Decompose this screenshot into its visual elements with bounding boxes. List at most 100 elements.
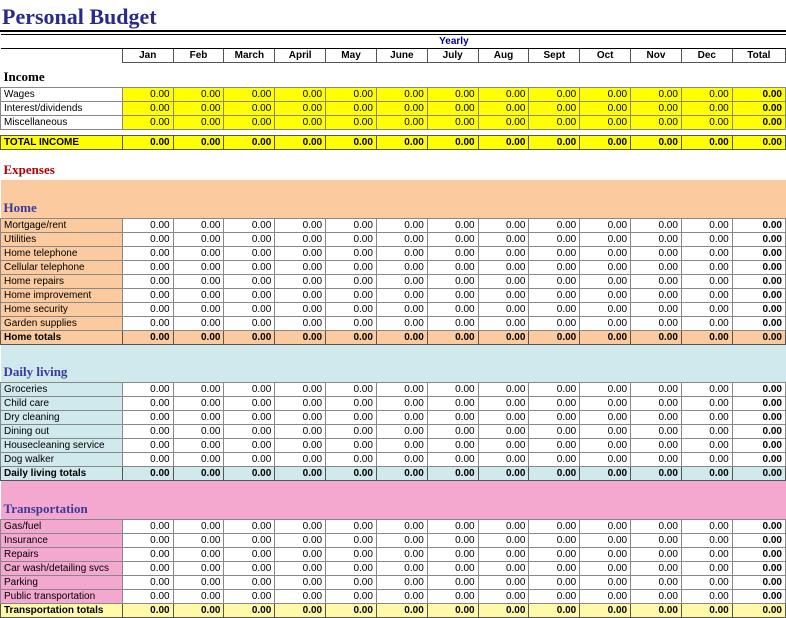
cell[interactable]: 0.00 (224, 102, 275, 116)
cell[interactable]: 0.00 (478, 439, 529, 453)
cell[interactable]: 0.00 (224, 232, 275, 246)
cell[interactable]: 0.00 (529, 547, 580, 561)
cell[interactable]: 0.00 (326, 302, 377, 316)
cell[interactable]: 0.00 (681, 575, 732, 589)
cell[interactable]: 0.00 (122, 88, 173, 102)
cell[interactable]: 0.00 (122, 519, 173, 533)
cell[interactable]: 0.00 (275, 589, 326, 603)
cell[interactable]: 0.00 (631, 547, 682, 561)
cell[interactable]: 0.00 (376, 383, 427, 397)
cell[interactable]: 0.00 (173, 397, 224, 411)
cell[interactable]: 0.00 (631, 302, 682, 316)
cell[interactable]: 0.00 (275, 519, 326, 533)
cell[interactable]: 0.00 (580, 316, 631, 330)
cell[interactable]: 0.00 (326, 88, 377, 102)
cell[interactable]: 0.00 (173, 260, 224, 274)
cell[interactable]: 0.00 (376, 116, 427, 130)
cell[interactable]: 0.00 (326, 561, 377, 575)
cell[interactable]: 0.00 (224, 425, 275, 439)
cell[interactable]: 0.00 (631, 288, 682, 302)
cell[interactable]: 0.00 (427, 260, 478, 274)
cell[interactable]: 0.00 (326, 453, 377, 467)
cell[interactable]: 0.00 (681, 288, 732, 302)
cell[interactable]: 0.00 (275, 274, 326, 288)
cell[interactable]: 0.00 (580, 260, 631, 274)
cell[interactable]: 0.00 (427, 533, 478, 547)
cell[interactable]: 0.00 (275, 547, 326, 561)
cell[interactable]: 0.00 (427, 116, 478, 130)
cell[interactable]: 0.00 (376, 439, 427, 453)
cell[interactable]: 0.00 (275, 575, 326, 589)
cell[interactable]: 0.00 (224, 218, 275, 232)
cell[interactable]: 0.00 (275, 88, 326, 102)
cell[interactable]: 0.00 (580, 232, 631, 246)
cell[interactable]: 0.00 (173, 439, 224, 453)
cell[interactable]: 0.00 (681, 439, 732, 453)
cell[interactable]: 0.00 (631, 274, 682, 288)
cell[interactable]: 0.00 (326, 260, 377, 274)
cell[interactable]: 0.00 (376, 411, 427, 425)
cell[interactable]: 0.00 (326, 218, 377, 232)
cell[interactable]: 0.00 (631, 589, 682, 603)
cell[interactable]: 0.00 (376, 533, 427, 547)
cell[interactable]: 0.00 (529, 411, 580, 425)
cell[interactable]: 0.00 (122, 383, 173, 397)
cell[interactable]: 0.00 (173, 547, 224, 561)
cell[interactable]: 0.00 (681, 102, 732, 116)
cell[interactable]: 0.00 (224, 439, 275, 453)
cell[interactable]: 0.00 (478, 232, 529, 246)
cell[interactable]: 0.00 (376, 453, 427, 467)
cell[interactable]: 0.00 (427, 575, 478, 589)
cell[interactable]: 0.00 (529, 439, 580, 453)
cell[interactable]: 0.00 (224, 302, 275, 316)
cell[interactable]: 0.00 (122, 439, 173, 453)
cell[interactable]: 0.00 (224, 533, 275, 547)
cell[interactable]: 0.00 (275, 302, 326, 316)
cell[interactable]: 0.00 (275, 232, 326, 246)
cell[interactable]: 0.00 (529, 519, 580, 533)
cell[interactable]: 0.00 (529, 589, 580, 603)
cell[interactable]: 0.00 (580, 439, 631, 453)
cell[interactable]: 0.00 (326, 232, 377, 246)
cell[interactable]: 0.00 (529, 316, 580, 330)
cell[interactable]: 0.00 (326, 589, 377, 603)
cell[interactable]: 0.00 (275, 116, 326, 130)
cell[interactable]: 0.00 (326, 533, 377, 547)
cell[interactable]: 0.00 (478, 383, 529, 397)
cell[interactable]: 0.00 (478, 575, 529, 589)
cell[interactable]: 0.00 (580, 383, 631, 397)
cell[interactable]: 0.00 (173, 411, 224, 425)
cell[interactable]: 0.00 (326, 116, 377, 130)
cell[interactable]: 0.00 (631, 453, 682, 467)
cell[interactable]: 0.00 (173, 575, 224, 589)
cell[interactable]: 0.00 (224, 561, 275, 575)
cell[interactable]: 0.00 (275, 218, 326, 232)
cell[interactable]: 0.00 (427, 274, 478, 288)
cell[interactable]: 0.00 (529, 288, 580, 302)
cell[interactable]: 0.00 (122, 260, 173, 274)
cell[interactable]: 0.00 (122, 453, 173, 467)
cell[interactable]: 0.00 (122, 288, 173, 302)
cell[interactable]: 0.00 (580, 453, 631, 467)
cell[interactable]: 0.00 (529, 561, 580, 575)
cell[interactable]: 0.00 (224, 88, 275, 102)
cell[interactable]: 0.00 (173, 102, 224, 116)
cell[interactable]: 0.00 (427, 453, 478, 467)
cell[interactable]: 0.00 (275, 533, 326, 547)
cell[interactable]: 0.00 (580, 589, 631, 603)
cell[interactable]: 0.00 (122, 116, 173, 130)
cell[interactable]: 0.00 (478, 260, 529, 274)
cell[interactable]: 0.00 (427, 302, 478, 316)
cell[interactable]: 0.00 (478, 589, 529, 603)
cell[interactable]: 0.00 (224, 411, 275, 425)
cell[interactable]: 0.00 (529, 88, 580, 102)
cell[interactable]: 0.00 (224, 547, 275, 561)
cell[interactable]: 0.00 (122, 561, 173, 575)
cell[interactable]: 0.00 (580, 88, 631, 102)
cell[interactable]: 0.00 (631, 383, 682, 397)
cell[interactable]: 0.00 (478, 274, 529, 288)
cell[interactable]: 0.00 (275, 411, 326, 425)
cell[interactable]: 0.00 (529, 575, 580, 589)
cell[interactable]: 0.00 (326, 274, 377, 288)
cell[interactable]: 0.00 (478, 547, 529, 561)
